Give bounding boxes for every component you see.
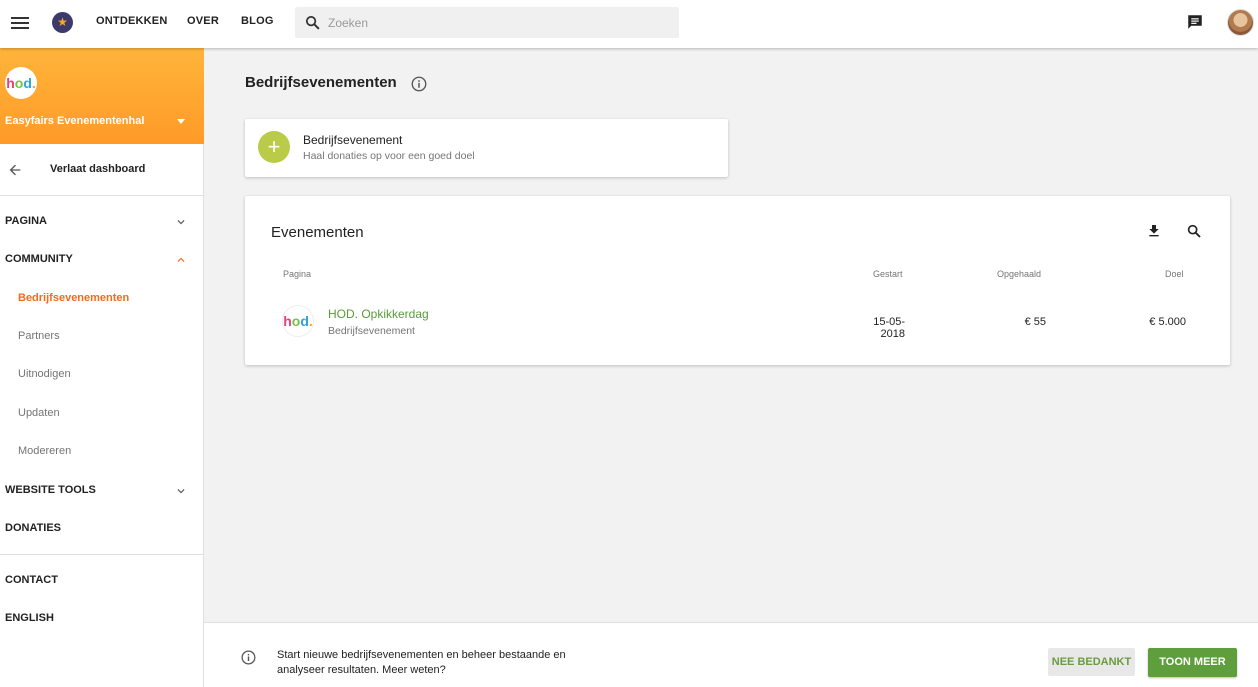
events-title: Evenementen (271, 224, 364, 241)
arrow-back-icon (9, 164, 21, 176)
nav-blog[interactable]: BLOG (241, 15, 274, 27)
chat-icon[interactable] (1186, 13, 1204, 31)
top-bar: ★ ONTDEKKEN OVER BLOG (0, 0, 1258, 48)
sidebar-item-bedrijfsevenementen[interactable]: Bedrijfsevenementen (18, 292, 129, 304)
search-icon[interactable] (1186, 223, 1202, 239)
chevron-up-icon[interactable] (174, 253, 188, 267)
new-event-subtitle: Haal donaties op voor een goed doel (303, 150, 475, 162)
sidebar-divider (0, 554, 204, 555)
org-selector[interactable]: hod. Easyfairs Evenementenhal (0, 48, 204, 144)
info-banner: Start nieuwe bedrijfsevenementen en behe… (204, 622, 1258, 687)
sidebar-item-uitnodigen[interactable]: Uitnodigen (18, 368, 71, 380)
sidebar-item-donaties[interactable]: DONATIES (5, 522, 61, 534)
page-title: Bedrijfsevenementen (245, 74, 397, 91)
event-type: Bedrijfsevenement (328, 325, 415, 337)
column-header-doel: Doel (1165, 269, 1184, 279)
column-header-pagina: Pagina (283, 269, 312, 279)
avatar[interactable] (1227, 9, 1254, 36)
event-goal: € 5.000 (1149, 316, 1186, 328)
star-logo-icon[interactable]: ★ (52, 12, 73, 33)
sidebar-item-updaten[interactable]: Updaten (18, 407, 60, 419)
download-icon[interactable] (1146, 223, 1162, 239)
caret-down-icon (177, 119, 185, 124)
event-started: 15-05-2018 (873, 316, 905, 340)
leave-dashboard-button[interactable]: Verlaat dashboard (0, 144, 204, 196)
org-logo: hod. (5, 67, 37, 99)
events-card: Evenementen Pagina Gestart Opgehaald Doe… (245, 196, 1230, 365)
search-icon (305, 15, 320, 30)
sidebar-item-english[interactable]: ENGLISH (5, 612, 54, 624)
event-raised: € 55 (1024, 316, 1046, 328)
column-header-gestart: Gestart (873, 269, 903, 279)
event-logo: hod. (282, 305, 314, 337)
search-input[interactable] (328, 7, 668, 38)
info-icon (241, 650, 256, 665)
sidebar-item-partners[interactable]: Partners (18, 330, 60, 342)
plus-icon: + (258, 131, 290, 163)
menu-icon[interactable] (11, 14, 31, 32)
chevron-down-icon[interactable] (174, 215, 188, 229)
event-name-link[interactable]: HOD. Opkikkerdag (328, 307, 429, 321)
sidebar: hod. Easyfairs Evenementenhal Verlaat da… (0, 48, 204, 687)
column-header-opgehaald: Opgehaald (997, 269, 1042, 279)
sidebar-item-pagina[interactable]: PAGINA (5, 215, 47, 227)
nav-over[interactable]: OVER (187, 15, 219, 27)
org-name: Easyfairs Evenementenhal (5, 115, 145, 127)
sidebar-item-community[interactable]: COMMUNITY (5, 253, 73, 265)
new-event-card[interactable]: + Bedrijfsevenement Haal donaties op voo… (245, 119, 728, 177)
info-icon[interactable] (410, 75, 428, 93)
banner-text: Start nieuwe bedrijfsevenementen en behe… (277, 649, 566, 676)
search-bar (295, 7, 679, 38)
nav-ontdekken[interactable]: ONTDEKKEN (96, 15, 167, 27)
show-more-button[interactable]: TOON MEER (1148, 648, 1237, 677)
sidebar-item-modereren[interactable]: Modereren (18, 445, 71, 457)
sidebar-item-website-tools[interactable]: WEBSITE TOOLS (5, 484, 96, 496)
dismiss-button[interactable]: NEE BEDANKT (1048, 648, 1135, 676)
sidebar-item-contact[interactable]: CONTACT (5, 574, 58, 586)
chevron-down-icon[interactable] (174, 484, 188, 498)
new-event-title: Bedrijfsevenement (303, 133, 403, 147)
leave-dashboard-label: Verlaat dashboard (50, 163, 146, 175)
